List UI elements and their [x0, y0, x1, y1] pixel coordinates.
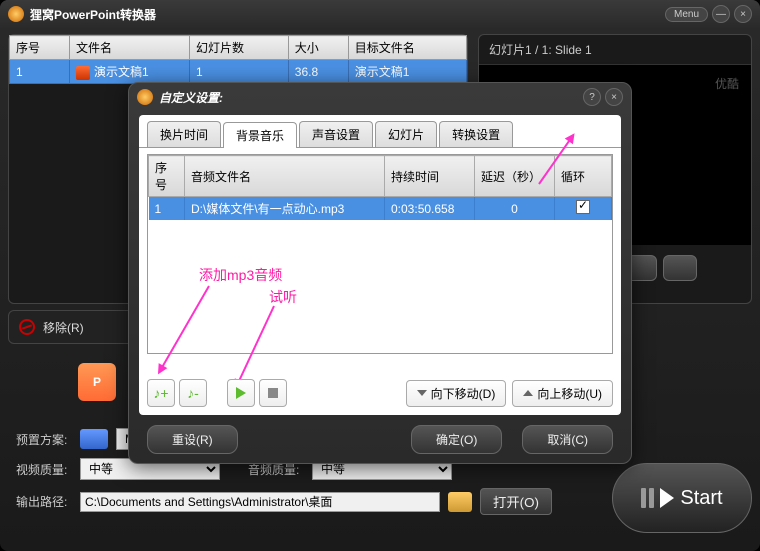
col-target[interactable]: 目标文件名 — [348, 36, 466, 60]
preset-label: 预置方案: — [16, 431, 72, 448]
output-label: 输出路径: — [16, 493, 72, 510]
audio-table-wrap: 序号 音频文件名 持续时间 延迟（秒） 循环 1 D:\媒体文件\有一点动心.m… — [147, 154, 613, 354]
tab-convert-settings[interactable]: 转换设置 — [439, 121, 513, 147]
start-button[interactable]: Start — [612, 463, 752, 533]
menu-button[interactable]: Menu — [665, 7, 708, 22]
dialog-footer: 重设(R) 确定(O) 取消(C) — [129, 425, 631, 464]
output-path-input[interactable] — [80, 492, 440, 512]
close-button[interactable]: × — [734, 5, 752, 23]
audio-toolbar: ♪+ ♪- 向下移动(D) 向上移动(U) — [147, 379, 613, 407]
move-down-button[interactable]: 向下移动(D) — [406, 380, 507, 407]
dialog-titlebar: 自定义设置: ? × — [129, 83, 631, 111]
ppt-file-icon — [76, 66, 90, 80]
reset-button[interactable]: 重设(R) — [147, 425, 238, 454]
tab-background-music[interactable]: 背景音乐 — [223, 122, 297, 148]
main-titlebar: 狸窝PowerPoint转换器 Menu — × — [0, 0, 760, 28]
remove-label[interactable]: 移除(R) — [43, 319, 84, 336]
move-up-button[interactable]: 向上移动(U) — [512, 380, 613, 407]
video-quality-label: 视频质量: — [16, 461, 72, 478]
stop-icon — [268, 388, 278, 398]
dialog-help-button[interactable]: ? — [583, 88, 601, 106]
col-slides[interactable]: 幻灯片数 — [189, 36, 288, 60]
preview-watermark: 优酷 — [715, 75, 739, 92]
acol-no[interactable]: 序号 — [149, 156, 185, 197]
custom-settings-dialog: 自定义设置: ? × 换片时间 背景音乐 声音设置 幻灯片 转换设置 序号 音频… — [128, 82, 632, 464]
cancel-button[interactable]: 取消(C) — [522, 425, 613, 454]
file-table: 序号 文件名 幻灯片数 大小 目标文件名 1 演示文稿1 1 36.8 演示文稿… — [9, 35, 467, 84]
play-audio-button[interactable] — [227, 379, 255, 407]
triangle-up-icon — [523, 390, 533, 396]
file-row[interactable]: 1 演示文稿1 1 36.8 演示文稿1 — [10, 60, 467, 84]
tab-slides[interactable]: 幻灯片 — [375, 121, 437, 147]
music-note-minus-icon: ♪- — [187, 385, 199, 401]
stop-audio-button[interactable] — [259, 379, 287, 407]
col-no[interactable]: 序号 — [10, 36, 70, 60]
add-audio-button[interactable]: ♪+ — [147, 379, 175, 407]
acol-loop[interactable]: 循环 — [555, 156, 612, 197]
powerpoint-icon[interactable]: P — [78, 363, 116, 401]
acol-duration[interactable]: 持续时间 — [385, 156, 475, 197]
audio-table: 序号 音频文件名 持续时间 延迟（秒） 循环 1 D:\媒体文件\有一点动心.m… — [148, 155, 612, 220]
open-folder-button[interactable]: 打开(O) — [480, 488, 552, 515]
acol-name[interactable]: 音频文件名 — [185, 156, 385, 197]
col-size[interactable]: 大小 — [288, 36, 348, 60]
triangle-down-icon — [417, 390, 427, 396]
minimize-button[interactable]: — — [712, 5, 730, 23]
play-arrow-icon — [660, 488, 674, 508]
app-logo-icon — [8, 6, 24, 22]
loop-checkbox[interactable] — [576, 200, 590, 214]
music-note-plus-icon: ♪+ — [153, 385, 168, 401]
preview-stop-button[interactable] — [663, 255, 697, 281]
remove-audio-button[interactable]: ♪- — [179, 379, 207, 407]
remove-icon[interactable] — [19, 319, 35, 335]
browse-folder-icon[interactable] — [448, 492, 472, 512]
ok-button[interactable]: 确定(O) — [411, 425, 502, 454]
mp4-icon — [80, 429, 108, 449]
dialog-title: 自定义设置: — [159, 89, 579, 106]
preview-title: 幻灯片1 / 1: Slide 1 — [479, 35, 751, 65]
tab-sound-settings[interactable]: 声音设置 — [299, 121, 373, 147]
acol-delay[interactable]: 延迟（秒） — [475, 156, 555, 197]
dialog-body: 换片时间 背景音乐 声音设置 幻灯片 转换设置 序号 音频文件名 持续时间 延迟… — [139, 115, 621, 415]
dialog-logo-icon — [137, 89, 153, 105]
tab-transition-time[interactable]: 换片时间 — [147, 121, 221, 147]
col-name[interactable]: 文件名 — [69, 36, 189, 60]
app-title: 狸窝PowerPoint转换器 — [30, 6, 661, 23]
tabs: 换片时间 背景音乐 声音设置 幻灯片 转换设置 — [139, 115, 621, 148]
audio-row[interactable]: 1 D:\媒体文件\有一点动心.mp3 0:03:50.658 0 — [149, 197, 612, 221]
play-icon — [236, 387, 246, 399]
dialog-close-button[interactable]: × — [605, 88, 623, 106]
